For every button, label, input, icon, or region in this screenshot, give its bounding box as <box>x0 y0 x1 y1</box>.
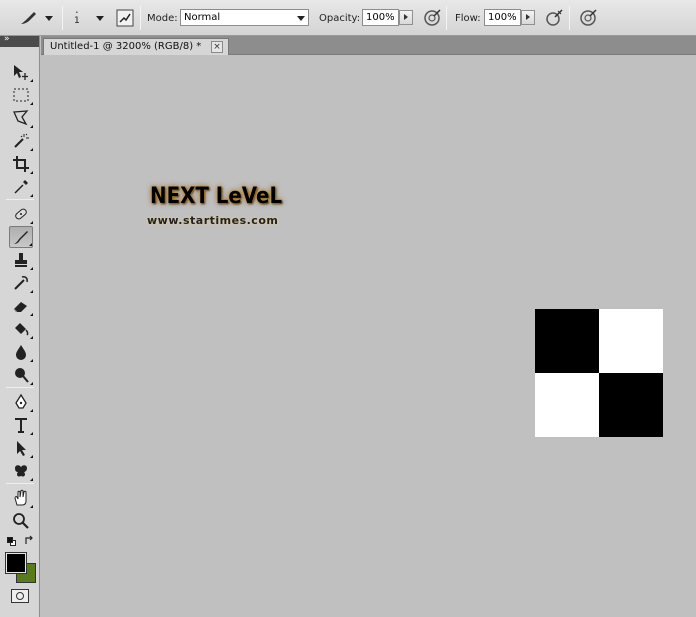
mode-select[interactable]: Normal <box>180 9 309 26</box>
clone-stamp-tool-icon[interactable] <box>9 249 33 271</box>
flow-input[interactable]: 100% <box>484 9 521 26</box>
airbrush-icon[interactable] <box>544 8 564 28</box>
dodge-tool-icon[interactable] <box>9 364 33 386</box>
divider <box>6 199 34 200</box>
toolbox-header[interactable]: » <box>0 34 39 47</box>
quick-mask-icon <box>16 592 24 600</box>
mode-value: Normal <box>184 12 221 23</box>
collapse-icon[interactable]: » <box>4 34 9 44</box>
flow-label: Flow: <box>455 12 481 24</box>
foreground-color-swatch[interactable] <box>5 552 27 574</box>
chevron-down-icon[interactable] <box>96 16 104 21</box>
separator <box>569 6 570 30</box>
document-tab-bar: Untitled-1 @ 3200% (RGB/8) * × <box>41 36 696 55</box>
brush-preset-icon <box>21 12 36 24</box>
zoom-tool-icon[interactable] <box>9 510 33 532</box>
brush-tool-preset-picker[interactable] <box>18 0 40 36</box>
pixel-light <box>535 373 599 437</box>
opacity-input[interactable]: 100% <box>362 9 399 26</box>
chevron-down-icon[interactable] <box>45 16 53 21</box>
blur-tool-icon[interactable] <box>9 341 33 363</box>
flow-value: 100% <box>488 12 517 23</box>
watermark-logo-title: NEXT LeVeL <box>150 184 283 209</box>
quick-mask-button[interactable] <box>11 589 29 603</box>
separator <box>140 6 141 30</box>
pixel-dark <box>599 373 663 437</box>
pressure-size-icon[interactable] <box>578 8 598 28</box>
hand-tool-icon[interactable] <box>9 487 33 509</box>
paint-bucket-tool-icon[interactable] <box>9 318 33 340</box>
pixel-dark <box>535 309 599 373</box>
pen-tool-icon[interactable] <box>9 391 33 413</box>
document-tab[interactable]: Untitled-1 @ 3200% (RGB/8) * × <box>43 38 229 55</box>
brush-panel-toggle[interactable] <box>116 0 134 36</box>
lasso-tool-icon[interactable] <box>9 107 33 129</box>
opacity-value: 100% <box>366 12 395 23</box>
brush-tool-icon[interactable] <box>9 226 33 248</box>
healing-brush-tool-icon[interactable] <box>9 203 33 225</box>
opacity-label: Opacity: <box>319 12 361 24</box>
brush-size-picker[interactable]: • 1 <box>74 0 80 36</box>
document-tab-title: Untitled-1 @ 3200% (RGB/8) * <box>50 41 202 52</box>
close-icon[interactable]: × <box>211 41 223 53</box>
magic-wand-tool-icon[interactable] <box>9 130 33 152</box>
custom-shape-tool-icon[interactable] <box>9 460 33 482</box>
type-tool-icon[interactable] <box>9 414 33 436</box>
toolbox: » <box>0 34 40 617</box>
marquee-tool-icon[interactable] <box>9 84 33 106</box>
brush-panel-icon <box>116 9 134 27</box>
mode-label: Mode: <box>147 12 178 24</box>
close-glyph: × <box>213 42 221 52</box>
document-image[interactable] <box>535 309 663 437</box>
pixel-light <box>599 309 663 373</box>
move-tool-icon[interactable] <box>9 61 33 83</box>
chevron-down-icon <box>297 16 305 21</box>
pressure-opacity-icon[interactable] <box>422 8 442 28</box>
divider <box>6 483 34 484</box>
options-bar: • 1 Mode: Normal Opacity: 100% Flow: 100… <box>0 0 696 36</box>
divider <box>6 387 34 388</box>
brush-size-value: 1 <box>74 16 80 26</box>
default-colors-icon[interactable] <box>7 537 17 547</box>
separator <box>446 6 447 30</box>
eraser-tool-icon[interactable] <box>9 295 33 317</box>
swap-colors-icon[interactable] <box>24 535 35 546</box>
flow-slider-button[interactable] <box>521 10 535 25</box>
separator <box>62 6 63 30</box>
path-selection-tool-icon[interactable] <box>9 437 33 459</box>
crop-tool-icon[interactable] <box>9 153 33 175</box>
watermark-url: www.startimes.com <box>147 214 279 227</box>
eyedropper-tool-icon[interactable] <box>9 176 33 198</box>
opacity-slider-button[interactable] <box>399 10 413 25</box>
history-brush-tool-icon[interactable] <box>9 272 33 294</box>
